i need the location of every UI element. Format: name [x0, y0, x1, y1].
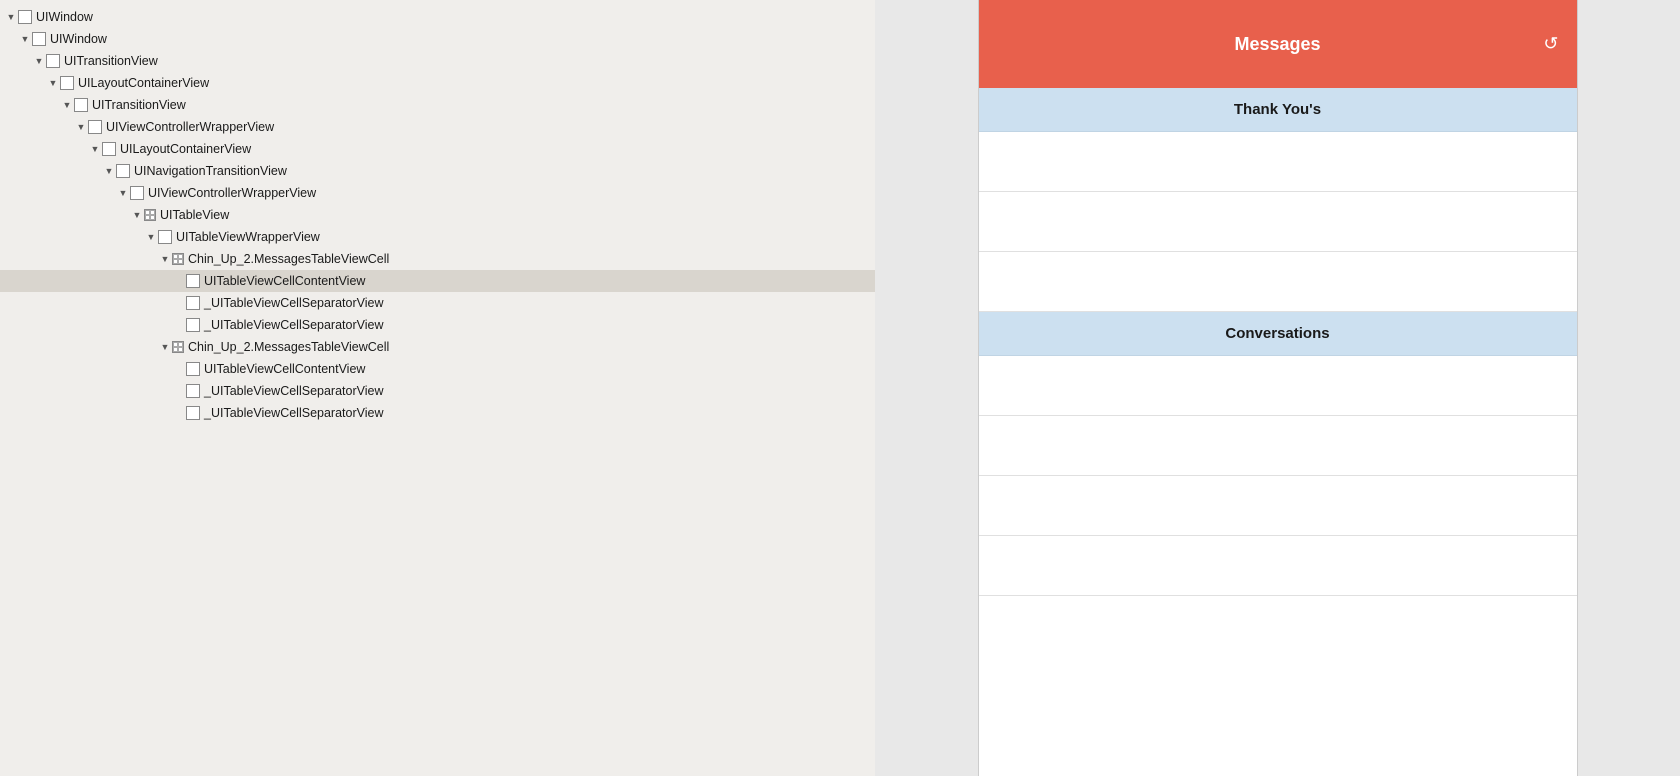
tree-item-label: UITableView	[160, 208, 229, 222]
section-header-text-0: Thank You's	[1234, 101, 1321, 118]
tree-item-label: UITransitionView	[64, 54, 158, 68]
tree-item[interactable]: Chin_Up_2.MessagesTableViewCell	[0, 336, 875, 358]
section-header-text-1: Conversations	[1225, 325, 1329, 342]
tree-item-label: Chin_Up_2.MessagesTableViewCell	[188, 252, 389, 266]
tree-arrow[interactable]	[158, 342, 172, 352]
box-icon	[46, 54, 60, 68]
tree-item[interactable]: Chin_Up_2.MessagesTableViewCell	[0, 248, 875, 270]
tree-item-label: UITableViewCellContentView	[204, 274, 365, 288]
tree-arrow[interactable]	[130, 210, 144, 220]
tree-item[interactable]: _UITableViewCellSeparatorView	[0, 380, 875, 402]
tree-item-label: _UITableViewCellSeparatorView	[204, 318, 384, 332]
tree-item[interactable]: UITransitionView	[0, 94, 875, 116]
tree-item[interactable]: UITransitionView	[0, 50, 875, 72]
tree-item-label: UITableViewWrapperView	[176, 230, 320, 244]
tree-arrow[interactable]	[46, 78, 60, 88]
box-icon	[116, 164, 130, 178]
table-icon	[144, 209, 156, 221]
tree-item[interactable]: _UITableViewCellSeparatorView	[0, 402, 875, 424]
tree-item-label: UIWindow	[36, 10, 93, 24]
tree-item[interactable]: UILayoutContainerView	[0, 138, 875, 160]
box-icon	[88, 120, 102, 134]
tree-item[interactable]: UITableViewCellContentView	[0, 358, 875, 380]
tree-item-label: _UITableViewCellSeparatorView	[204, 384, 384, 398]
tree-arrow[interactable]	[116, 188, 130, 198]
tree-item[interactable]: UILayoutContainerView	[0, 72, 875, 94]
tree-item-label: _UITableViewCellSeparatorView	[204, 406, 384, 420]
box-icon	[74, 98, 88, 112]
table-cell[interactable]	[979, 192, 1577, 252]
tree-item-label: _UITableViewCellSeparatorView	[204, 296, 384, 310]
tree-item[interactable]: UIWindow	[0, 6, 875, 28]
table-icon	[172, 253, 184, 265]
table-view: Thank You's Conversations	[979, 88, 1577, 776]
tree-arrow[interactable]	[18, 34, 32, 44]
box-icon	[60, 76, 74, 90]
tree-arrow[interactable]	[4, 12, 18, 22]
box-icon	[18, 10, 32, 24]
tree-item[interactable]: _UITableViewCellSeparatorView	[0, 292, 875, 314]
table-cell[interactable]	[979, 132, 1577, 192]
table-icon	[172, 341, 184, 353]
box-icon	[186, 384, 200, 398]
tree-arrow[interactable]	[88, 144, 102, 154]
table-cell[interactable]	[979, 356, 1577, 416]
tree-item[interactable]: UINavigationTransitionView	[0, 160, 875, 182]
box-icon	[130, 186, 144, 200]
table-cell[interactable]	[979, 416, 1577, 476]
box-icon	[186, 274, 200, 288]
tree-item[interactable]: UITableView	[0, 204, 875, 226]
table-cell[interactable]	[979, 476, 1577, 536]
tree-item-label: UIViewControllerWrapperView	[106, 120, 274, 134]
tree-arrow[interactable]	[60, 100, 74, 110]
box-icon	[158, 230, 172, 244]
ios-simulator-panel: Messages ↺ Thank You's Conversations	[875, 0, 1680, 776]
tree-arrow[interactable]	[158, 254, 172, 264]
tree-item[interactable]: UITableViewWrapperView	[0, 226, 875, 248]
ios-screen: Messages ↺ Thank You's Conversations	[978, 0, 1578, 776]
box-icon	[32, 32, 46, 46]
refresh-icon[interactable]: ↺	[1543, 34, 1558, 55]
tree-item-label: UITransitionView	[92, 98, 186, 112]
tree-item-label: UIViewControllerWrapperView	[148, 186, 316, 200]
box-icon	[102, 142, 116, 156]
tree-item-label: UILayoutContainerView	[120, 142, 251, 156]
tree-item[interactable]: UIViewControllerWrapperView	[0, 182, 875, 204]
tree-item-label: UIWindow	[50, 32, 107, 46]
box-icon	[186, 362, 200, 376]
tree-item[interactable]: UIViewControllerWrapperView	[0, 116, 875, 138]
table-cell[interactable]	[979, 536, 1577, 596]
tree-item[interactable]: _UITableViewCellSeparatorView	[0, 314, 875, 336]
tree-item-label: UITableViewCellContentView	[204, 362, 365, 376]
box-icon	[186, 318, 200, 332]
box-icon	[186, 406, 200, 420]
table-cell[interactable]	[979, 252, 1577, 312]
tree-item-label: Chin_Up_2.MessagesTableViewCell	[188, 340, 389, 354]
nav-bar-title: Messages	[1234, 34, 1320, 55]
section-header-0: Thank You's	[979, 88, 1577, 132]
tree-arrow[interactable]	[144, 232, 158, 242]
navigation-bar: Messages ↺	[979, 0, 1577, 88]
box-icon	[186, 296, 200, 310]
tree-arrow[interactable]	[32, 56, 46, 66]
tree-item[interactable]: UITableViewCellContentView	[0, 270, 875, 292]
tree-item-label: UILayoutContainerView	[78, 76, 209, 90]
tree-item-label: UINavigationTransitionView	[134, 164, 287, 178]
tree-arrow[interactable]	[102, 166, 116, 176]
section-header-1: Conversations	[979, 312, 1577, 356]
tree-item[interactable]: UIWindow	[0, 28, 875, 50]
tree-arrow[interactable]	[74, 122, 88, 132]
tree-panel: UIWindow UIWindow UITransitionView UILayout…	[0, 0, 875, 776]
